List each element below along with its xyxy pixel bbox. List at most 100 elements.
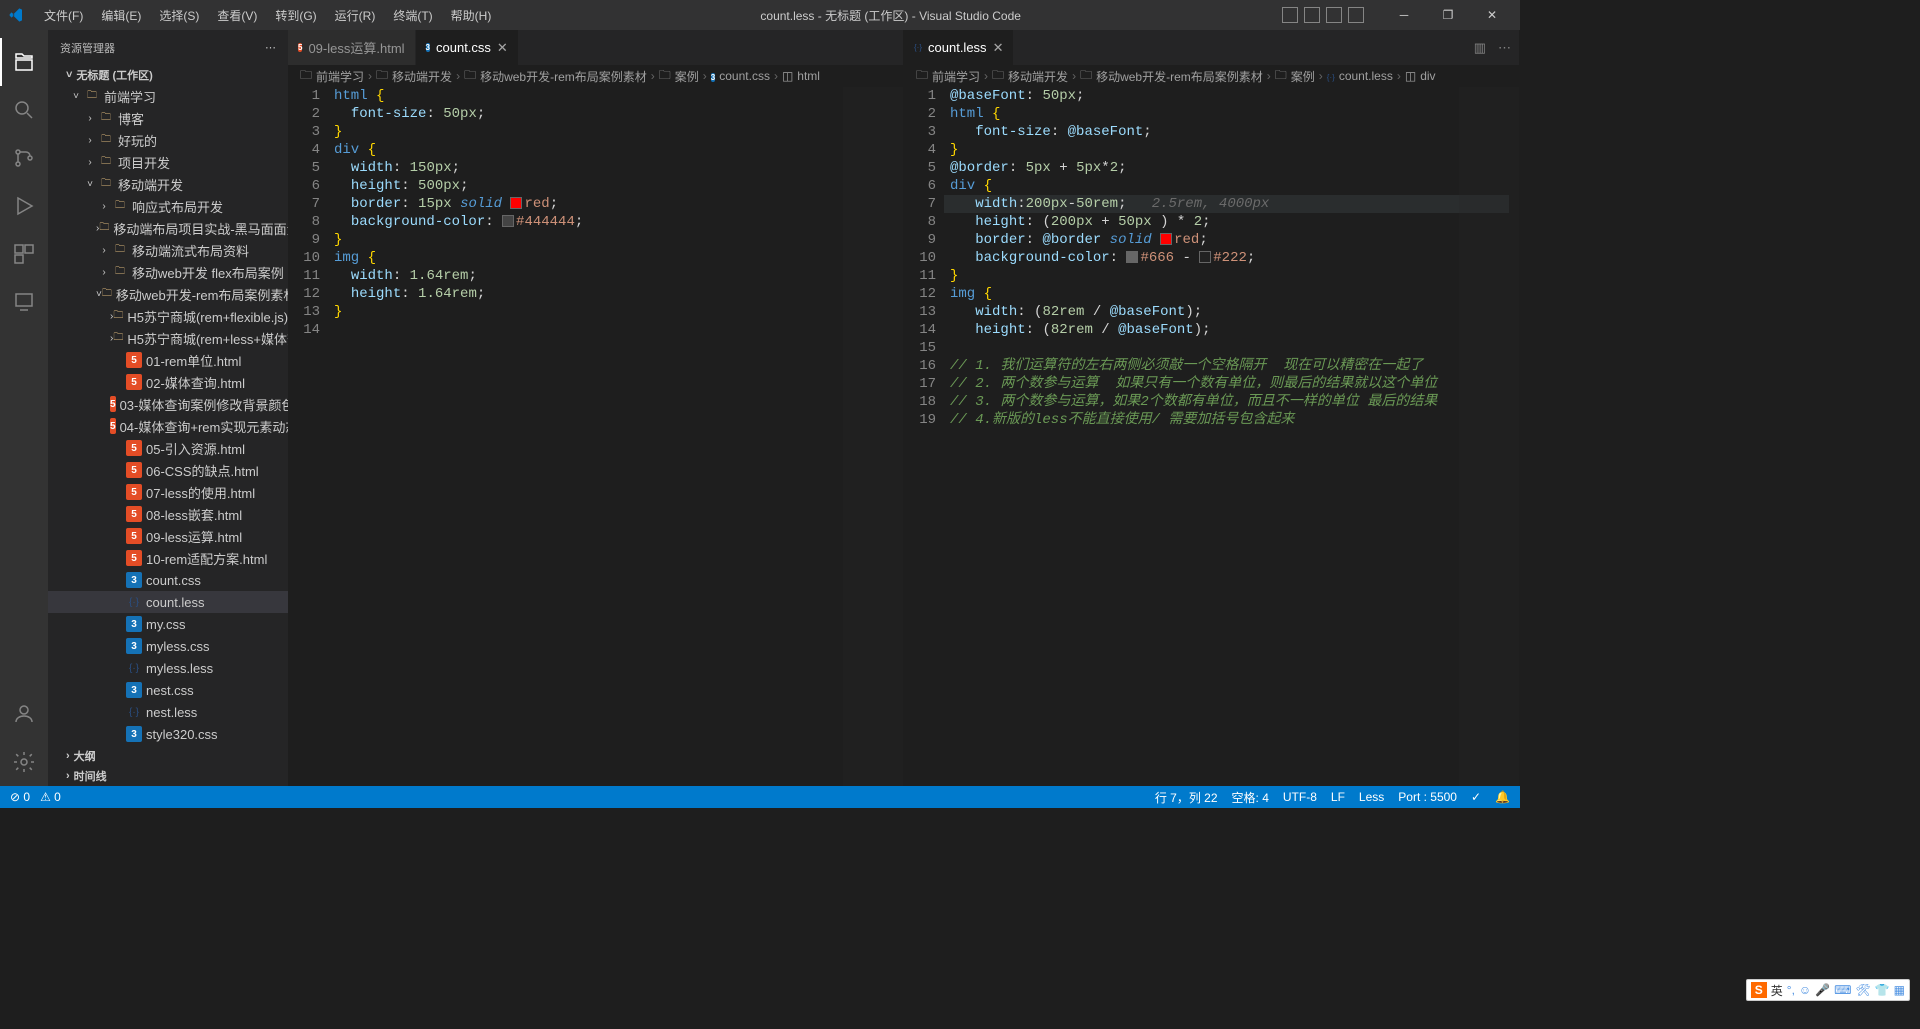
file-item[interactable]: {·}nest.less — [48, 701, 288, 723]
timeline-section[interactable]: › 时间线 — [48, 766, 288, 786]
breadcrumb-segment[interactable]: 移动web开发-rem布局案例素材 — [1096, 68, 1263, 85]
layout-icon[interactable] — [1282, 7, 1298, 23]
breadcrumb-segment[interactable]: 移动端开发 — [1008, 68, 1068, 85]
breadcrumb-segment[interactable]: 前端学习 — [316, 68, 364, 85]
menu-item[interactable]: 运行(R) — [327, 3, 384, 28]
breadcrumb-segment[interactable]: html — [797, 69, 820, 83]
layout-icon[interactable] — [1326, 7, 1342, 23]
maximize-button[interactable]: ❐ — [1428, 1, 1468, 29]
layout-icon[interactable] — [1304, 7, 1320, 23]
layout-icon[interactable] — [1348, 7, 1364, 23]
file-item[interactable]: 508-less嵌套.html — [48, 503, 288, 525]
status-item[interactable]: ⊘ 0 — [10, 790, 30, 804]
breadcrumb[interactable]: 🗀 前端学习›🗀 移动端开发›🗀 移动web开发-rem布局案例素材›🗀 案例›… — [288, 65, 903, 87]
status-item[interactable]: Port : 5500 — [1398, 790, 1457, 804]
ime-grid-icon[interactable]: ▦ — [1894, 983, 1905, 997]
status-item[interactable]: 行 7，列 22 — [1155, 789, 1218, 806]
file-item[interactable]: 3my.css — [48, 613, 288, 635]
file-item[interactable]: 501-rem单位.html — [48, 349, 288, 371]
extensions-icon[interactable] — [0, 230, 48, 278]
folder-item[interactable]: ˅🗀移动web开发-rem布局案例素材 \ 案例 — [48, 283, 288, 305]
menu-item[interactable]: 文件(F) — [36, 3, 91, 28]
file-item[interactable]: {·}myless.less — [48, 657, 288, 679]
tab-close-icon[interactable]: ✕ — [497, 40, 508, 56]
status-item[interactable]: UTF-8 — [1283, 790, 1317, 804]
folder-item[interactable]: ›🗀博客 — [48, 107, 288, 129]
folder-item[interactable]: ›🗀移动端流式布局资料 — [48, 239, 288, 261]
ime-emoji-icon[interactable]: ☺ — [1799, 983, 1811, 997]
file-item[interactable]: 3style320.css — [48, 723, 288, 745]
breadcrumb-segment[interactable]: div — [1420, 69, 1435, 83]
file-item[interactable]: 502-媒体查询.html — [48, 371, 288, 393]
editor-tab[interactable]: 3count.css✕ — [416, 30, 519, 65]
split-editor-icon[interactable]: ▥ — [1474, 40, 1486, 56]
status-item[interactable]: 空格: 4 — [1232, 789, 1269, 806]
file-item[interactable]: 504-媒体查询+rem实现元素动态变化... — [48, 415, 288, 437]
breadcrumb-segment[interactable]: 案例 — [1291, 68, 1315, 85]
file-item[interactable]: 3nest.css — [48, 679, 288, 701]
search-icon[interactable] — [0, 86, 48, 134]
workspace-header[interactable]: ˅ 无标题 (工作区) — [48, 65, 288, 85]
account-icon[interactable] — [0, 690, 48, 738]
folder-item[interactable]: ˅🗀移动端开发 — [48, 173, 288, 195]
menu-item[interactable]: 终端(T) — [385, 3, 440, 28]
breadcrumb-segment[interactable]: count.less — [1339, 69, 1393, 83]
breadcrumb[interactable]: 🗀 前端学习›🗀 移动端开发›🗀 移动web开发-rem布局案例素材›🗀 案例›… — [904, 65, 1519, 87]
more-icon[interactable]: ⋯ — [265, 41, 276, 54]
remote-icon[interactable] — [0, 278, 48, 326]
status-item[interactable]: ⚠ 0 — [40, 790, 61, 804]
file-item[interactable]: 507-less的使用.html — [48, 481, 288, 503]
code-editor[interactable]: 12345678910111213141516171819@baseFont: … — [904, 87, 1519, 786]
source-control-icon[interactable] — [0, 134, 48, 182]
folder-item[interactable]: ›🗀响应式布局开发 — [48, 195, 288, 217]
menu-item[interactable]: 帮助(H) — [443, 3, 500, 28]
folder-item[interactable]: ›🗀H5苏宁商城(rem+less+媒体查询) — [48, 327, 288, 349]
code-editor[interactable]: 1234567891011121314html { font-size: 50p… — [288, 87, 903, 786]
status-item[interactable]: Less — [1359, 790, 1384, 804]
menu-item[interactable]: 选择(S) — [151, 3, 207, 28]
file-item[interactable]: 3myless.css — [48, 635, 288, 657]
folder-item[interactable]: ˅🗀前端学习 — [48, 85, 288, 107]
minimap[interactable] — [843, 87, 903, 786]
menu-item[interactable]: 转到(G) — [267, 3, 324, 28]
outline-section[interactable]: › 大纲 — [48, 746, 288, 766]
ime-icon[interactable]: °, — [1787, 983, 1795, 997]
ime-toolbar[interactable]: S 英 °, ☺ 🎤 ⌨ 🛠 👕 ▦ — [1746, 979, 1910, 1001]
ime-tool-icon[interactable]: 🛠 — [1855, 983, 1870, 997]
editor-tab[interactable]: 509-less运算.html — [288, 30, 416, 65]
folder-item[interactable]: ›🗀移动端布局项目实战-黑马面面素材 — [48, 217, 288, 239]
status-item[interactable]: 🔔 — [1495, 790, 1510, 804]
more-icon[interactable]: ⋯ — [1498, 40, 1511, 56]
breadcrumb-segment[interactable]: 移动端开发 — [392, 68, 452, 85]
folder-item[interactable]: ›🗀项目开发 — [48, 151, 288, 173]
explorer-icon[interactable] — [0, 38, 48, 86]
tab-close-icon[interactable]: ✕ — [993, 40, 1004, 56]
ime-keyboard-icon[interactable]: ⌨ — [1834, 983, 1851, 997]
menu-item[interactable]: 查看(V) — [209, 3, 265, 28]
close-button[interactable]: ✕ — [1472, 1, 1512, 29]
breadcrumb-segment[interactable]: 移动web开发-rem布局案例素材 — [480, 68, 647, 85]
menu-item[interactable]: 编辑(E) — [93, 3, 149, 28]
ime-skin-icon[interactable]: 👕 — [1875, 983, 1890, 997]
status-item[interactable]: ✓ — [1471, 790, 1481, 804]
minimap[interactable] — [1459, 87, 1519, 786]
breadcrumb-segment[interactable]: 前端学习 — [932, 68, 980, 85]
file-item[interactable]: 503-媒体查询案例修改背景颜色.html — [48, 393, 288, 415]
file-item[interactable]: 509-less运算.html — [48, 525, 288, 547]
folder-item[interactable]: ›🗀移动web开发 flex布局案例 — [48, 261, 288, 283]
status-item[interactable]: LF — [1331, 790, 1345, 804]
file-item[interactable]: 510-rem适配方案.html — [48, 547, 288, 569]
folder-item[interactable]: ›🗀H5苏宁商城(rem+flexible.js) — [48, 305, 288, 327]
run-debug-icon[interactable] — [0, 182, 48, 230]
ime-mic-icon[interactable]: 🎤 — [1815, 983, 1830, 997]
breadcrumb-segment[interactable]: 案例 — [675, 68, 699, 85]
breadcrumb-segment[interactable]: count.css — [719, 69, 770, 83]
file-item[interactable]: 505-引入资源.html — [48, 437, 288, 459]
file-item[interactable]: {·}count.less — [48, 591, 288, 613]
settings-gear-icon[interactable] — [0, 738, 48, 786]
folder-item[interactable]: ›🗀好玩的 — [48, 129, 288, 151]
editor-tab[interactable]: {·}count.less✕ — [904, 30, 1014, 65]
file-item[interactable]: 506-CSS的缺点.html — [48, 459, 288, 481]
minimize-button[interactable]: ─ — [1384, 1, 1424, 29]
file-item[interactable]: 3count.css — [48, 569, 288, 591]
